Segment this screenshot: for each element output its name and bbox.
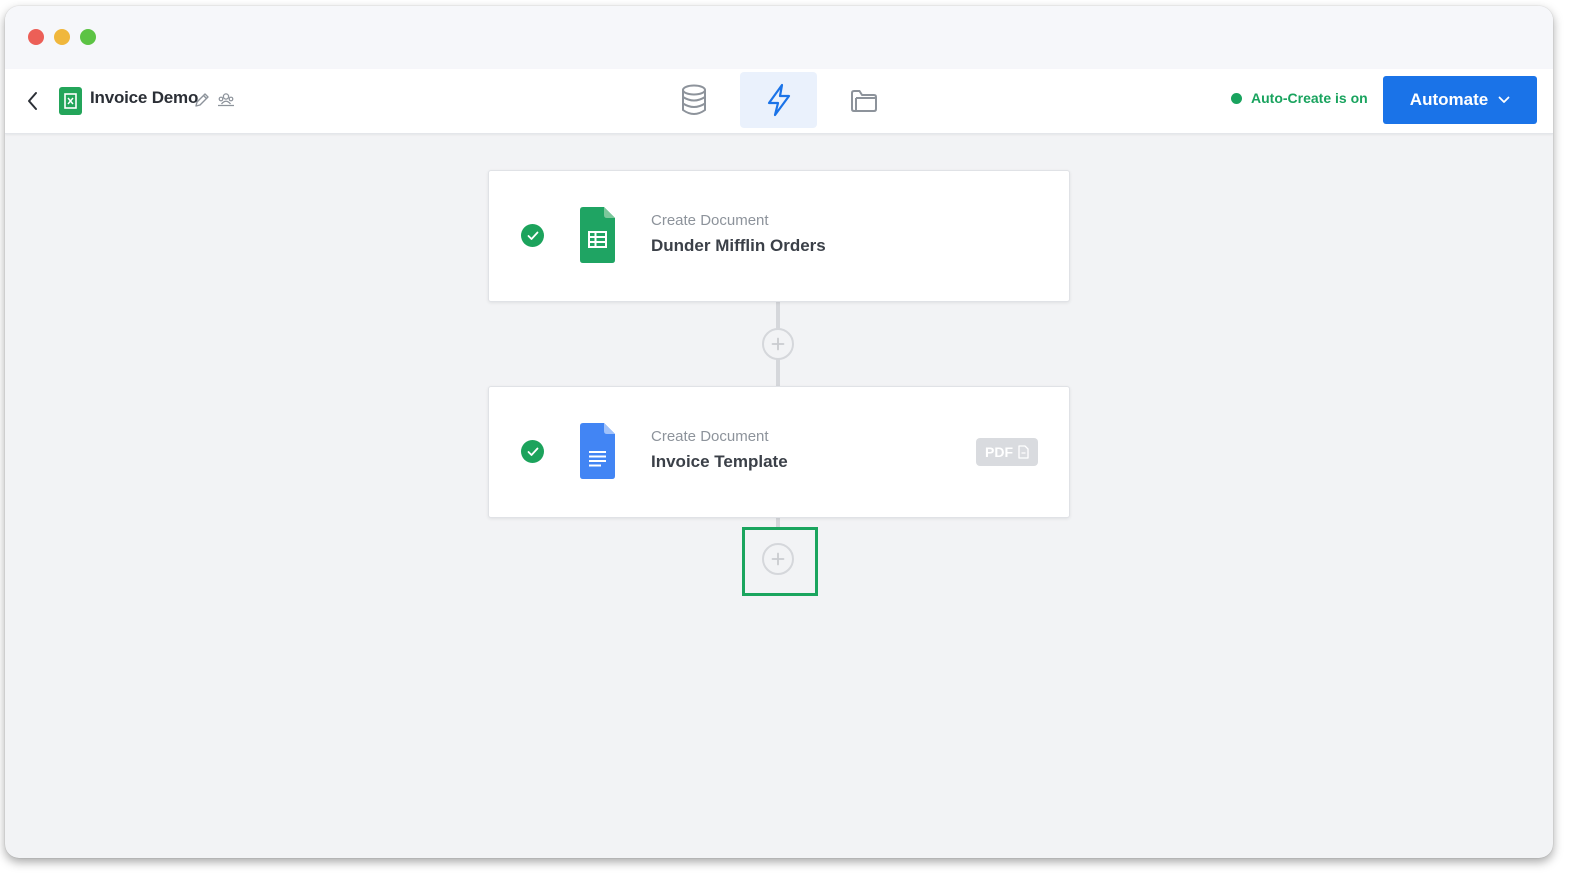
workflow-canvas: Create Document Dunder Mifflin Orders Cr… <box>5 134 1553 858</box>
highlight-box <box>742 527 818 596</box>
step-action-label: Create Document <box>651 428 769 445</box>
chevron-down-icon <box>1498 96 1510 103</box>
step-name: Invoice Template <box>651 452 788 471</box>
people-icon[interactable] <box>217 91 235 109</box>
add-step-button[interactable] <box>762 328 794 360</box>
top-toolbar: Invoice Demo Auto-Create is on Automate <box>5 69 1553 134</box>
folder-icon <box>850 90 877 112</box>
file-icon <box>1018 445 1029 459</box>
pdf-output-badge[interactable]: PDF <box>976 438 1038 466</box>
zoom-window-button[interactable] <box>80 29 96 45</box>
step-name: Dunder Mifflin Orders <box>651 236 826 255</box>
tab-automation[interactable] <box>740 72 817 128</box>
status-dot <box>1231 92 1242 104</box>
lightning-icon <box>767 83 790 117</box>
pdf-badge-label: PDF <box>985 444 1013 460</box>
green-document-icon <box>59 87 82 115</box>
google-docs-icon <box>580 423 615 479</box>
step-card[interactable]: Create Document Dunder Mifflin Orders <box>488 170 1070 302</box>
database-icon <box>681 84 706 115</box>
tab-files[interactable] <box>825 72 902 128</box>
google-sheets-icon <box>580 207 615 263</box>
step-card[interactable]: Create Document Invoice Template PDF <box>488 386 1070 518</box>
check-icon <box>521 440 544 463</box>
minimize-window-button[interactable] <box>54 29 70 45</box>
back-button[interactable] <box>21 89 45 113</box>
plus-icon <box>771 337 785 351</box>
chevron-left-icon <box>28 92 37 110</box>
tab-data[interactable] <box>655 72 732 128</box>
app-window: Invoice Demo Auto-Create is on Automate … <box>5 6 1553 858</box>
automate-label: Automate <box>1409 90 1489 109</box>
auto-create-status: Auto-Create is on <box>1231 90 1368 106</box>
status-text: Auto-Create is on <box>1251 90 1368 106</box>
close-window-button[interactable] <box>28 29 44 45</box>
automate-button[interactable]: Automate <box>1383 76 1537 124</box>
document-title: Invoice Demo <box>90 88 199 107</box>
title-bar <box>5 6 1553 69</box>
pencil-icon[interactable] <box>193 91 211 109</box>
step-action-label: Create Document <box>651 212 769 229</box>
check-icon <box>521 224 544 247</box>
